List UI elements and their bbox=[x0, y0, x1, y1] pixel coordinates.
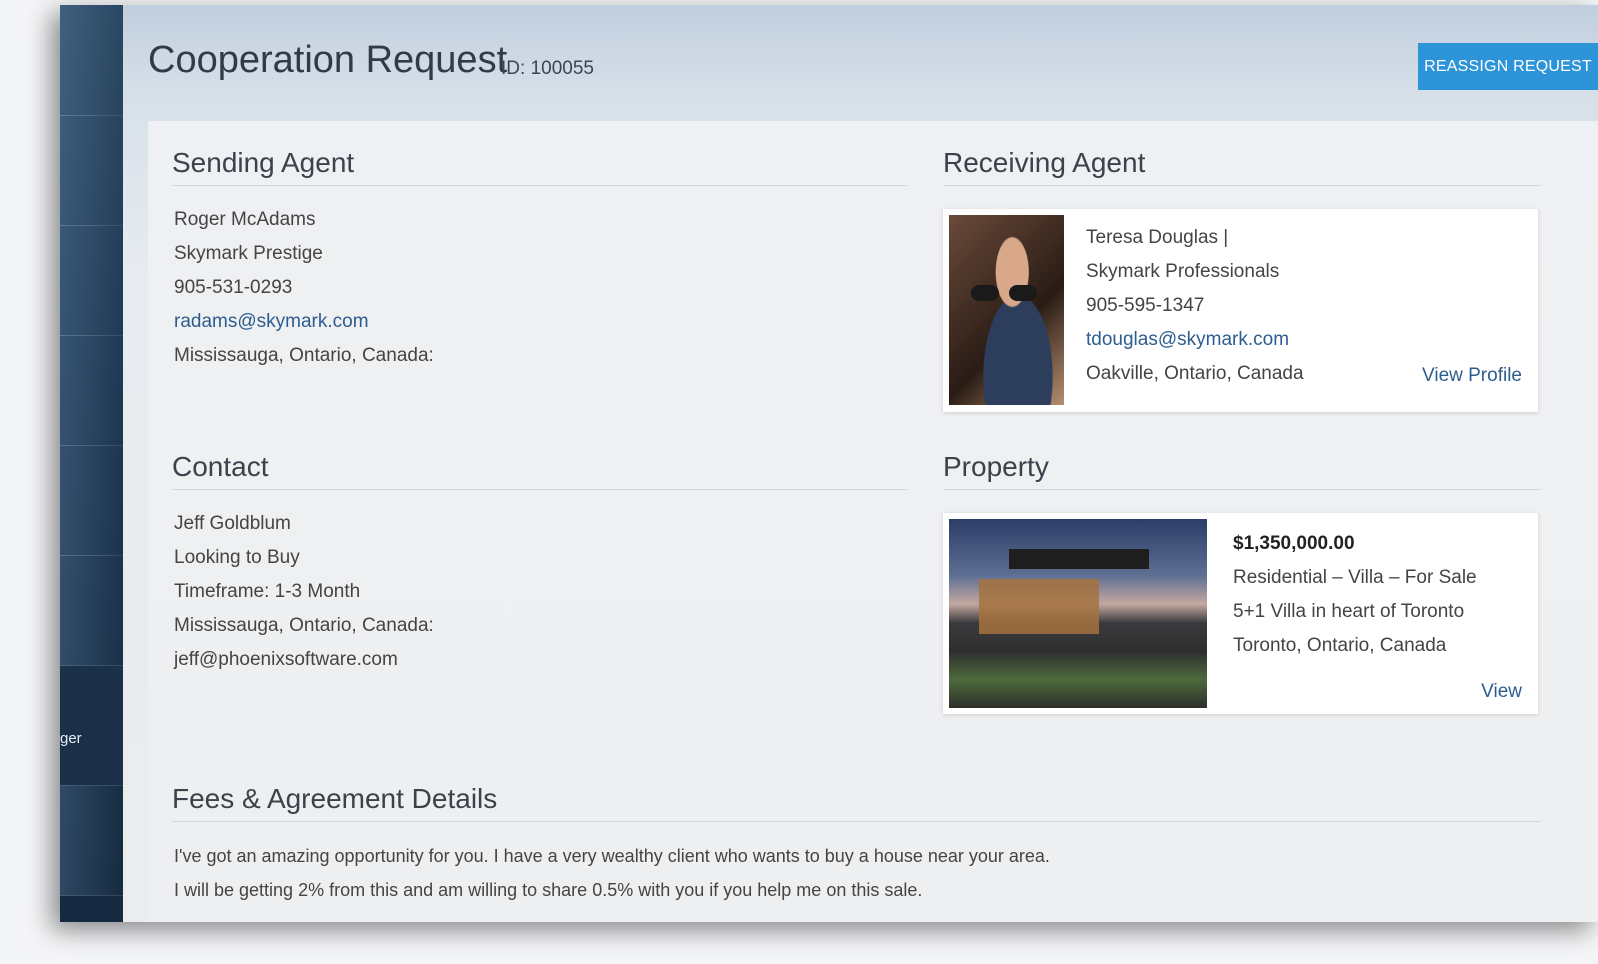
property-location: Toronto, Ontario, Canada bbox=[1233, 635, 1447, 656]
property-type: Residential – Villa – For Sale bbox=[1233, 567, 1477, 588]
property-description: 5+1 Villa in heart of Toronto bbox=[1233, 601, 1465, 622]
receiving-agent-email-link[interactable]: tdouglas@skymark.com bbox=[1086, 329, 1289, 351]
fees-heading: Fees & Agreement Details bbox=[172, 783, 1541, 822]
sidebar-item[interactable] bbox=[60, 5, 123, 116]
sending-agent-heading: Sending Agent bbox=[172, 147, 907, 186]
sending-agent-location: Mississauga, Ontario, Canada: bbox=[174, 345, 434, 366]
contact-heading: Contact bbox=[172, 451, 907, 490]
view-profile-link[interactable]: View Profile bbox=[1422, 365, 1522, 387]
sidebar-item[interactable] bbox=[60, 335, 123, 446]
reassign-request-button[interactable]: REASSIGN REQUEST bbox=[1418, 43, 1598, 90]
fees-line-1: I've got an amazing opportunity for you.… bbox=[174, 846, 1050, 866]
property-heading: Property bbox=[943, 451, 1541, 490]
sidebar-item[interactable] bbox=[60, 555, 123, 666]
page-title: Cooperation Request bbox=[148, 39, 508, 81]
sending-agent-company: Skymark Prestige bbox=[174, 243, 323, 264]
property-price: $1,350,000.00 bbox=[1233, 533, 1355, 554]
request-card: Sending Agent Roger McAdams Skymark Pres… bbox=[148, 121, 1598, 922]
receiving-agent-panel: Teresa Douglas | Skymark Professionals 9… bbox=[943, 209, 1538, 412]
sending-agent-email-link[interactable]: radams@skymark.com bbox=[174, 311, 369, 333]
sidebar-item-active[interactable]: ger bbox=[60, 675, 123, 786]
property-panel: $1,350,000.00 Residential – Villa – For … bbox=[943, 513, 1538, 714]
sunglasses-icon bbox=[971, 285, 1041, 301]
fees-line-2: I will be getting 2% from this and am wi… bbox=[174, 880, 923, 900]
receiving-agent-name: Teresa Douglas | bbox=[1086, 227, 1229, 248]
receiving-agent-company: Skymark Professionals bbox=[1086, 261, 1280, 282]
contact-timeframe: Timeframe: 1-3 Month bbox=[174, 581, 361, 602]
sidebar-item[interactable] bbox=[60, 445, 123, 556]
sidebar-item-label: ger bbox=[60, 730, 82, 747]
contact-email: jeff@phoenixsoftware.com bbox=[174, 649, 398, 670]
contact-location: Mississauga, Ontario, Canada: bbox=[174, 615, 434, 636]
contact-name: Jeff Goldblum bbox=[174, 513, 291, 534]
sidebar-item[interactable] bbox=[60, 115, 123, 226]
app-window: ger Cooperation Request ID: 100055 REASS… bbox=[60, 5, 1598, 922]
receiving-agent-phone: 905-595-1347 bbox=[1086, 295, 1205, 316]
sending-agent-name: Roger McAdams bbox=[174, 209, 316, 230]
receiving-agent-location: Oakville, Ontario, Canada bbox=[1086, 363, 1304, 384]
receiving-agent-heading: Receiving Agent bbox=[943, 147, 1541, 186]
sidebar-item[interactable] bbox=[60, 785, 123, 896]
contact-intent: Looking to Buy bbox=[174, 547, 300, 568]
sidebar-item[interactable] bbox=[60, 225, 123, 336]
agent-avatar bbox=[949, 215, 1064, 405]
request-id: ID: 100055 bbox=[501, 58, 594, 79]
property-photo bbox=[949, 519, 1207, 708]
main-content: Cooperation Request ID: 100055 REASSIGN … bbox=[123, 5, 1598, 922]
view-property-link[interactable]: View bbox=[1481, 681, 1522, 703]
sidebar: ger bbox=[60, 5, 123, 922]
sending-agent-phone: 905-531-0293 bbox=[174, 277, 293, 298]
